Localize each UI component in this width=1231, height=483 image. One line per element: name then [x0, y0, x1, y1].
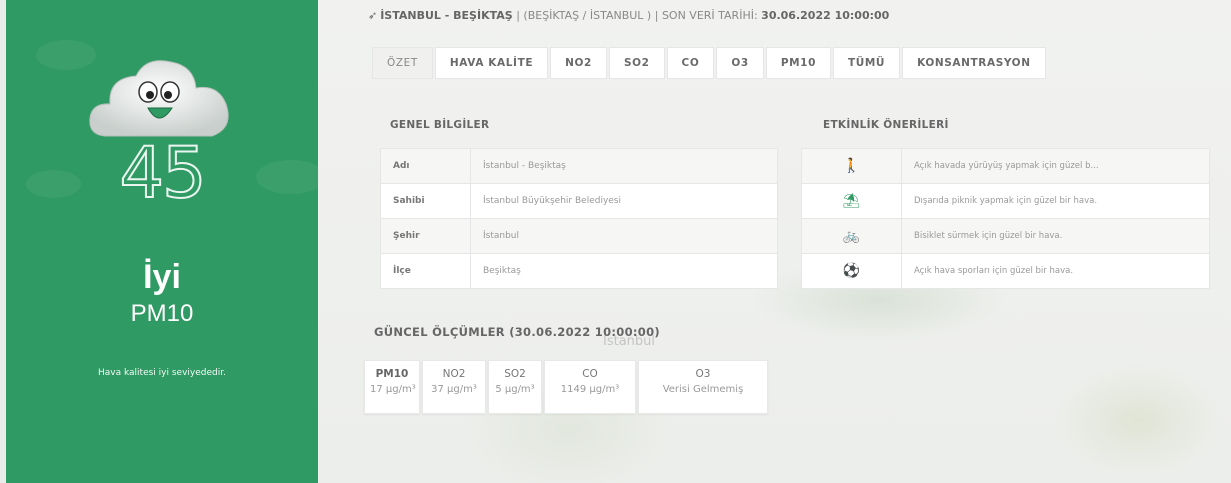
info-value: Beşiktaş — [470, 253, 778, 289]
tab-hava-kalite[interactable]: HAVA KALİTE — [434, 47, 549, 79]
info-key: İlçe — [380, 253, 471, 289]
separator: | — [654, 9, 659, 22]
measurement-card-no2[interactable]: NO2 37 µg/m³ — [422, 360, 486, 414]
activity-text: Bisiklet sürmek için güzel bir hava. — [901, 218, 1210, 254]
tab-no2[interactable]: NO2 — [550, 47, 607, 79]
measurement-card-co[interactable]: CO 1149 µg/m³ — [544, 360, 636, 414]
measurement-value: 1149 µg/m³ — [560, 384, 620, 395]
dominant-pollutant: PM10 — [130, 300, 194, 327]
tab-co[interactable]: CO — [666, 47, 715, 79]
separator: | — [516, 9, 520, 22]
table-row: Adı İstanbul - Beşiktaş — [380, 148, 778, 184]
tab-ozet[interactable]: ÖZET — [372, 47, 433, 79]
activity-suggestions-table: 🚶 Açık havada yürüyüş yapmak için güzel … — [801, 148, 1210, 289]
measurement-name: NO2 — [442, 368, 466, 380]
general-info-table: Adı İstanbul - Beşiktaş Sahibi İstanbul … — [380, 148, 778, 289]
measurement-cards: PM10 17 µg/m³ NO2 37 µg/m³ SO2 5 µg/m³ C… — [364, 360, 768, 414]
measurement-value: 17 µg/m³ — [370, 384, 416, 395]
table-row: 🚲 Bisiklet sürmek için güzel bir hava. — [801, 218, 1210, 254]
measurement-name: O3 — [695, 368, 711, 380]
measurement-card-so2[interactable]: SO2 5 µg/m³ — [488, 360, 542, 414]
table-row: İlçe Beşiktaş — [380, 253, 778, 289]
station-breadcrumb: ➶ İSTANBUL - BEŞİKTAŞ | (BEŞİKTAŞ / İSTAN… — [368, 9, 889, 22]
activity-suggestions-title: ETKİNLİK ÖNERİLERİ — [823, 119, 949, 131]
activity-text: Dışarıda piknik yapmak için güzel bir ha… — [901, 183, 1210, 219]
general-info-title: GENEL BİLGİLER — [390, 119, 490, 131]
info-value: İstanbul — [470, 218, 778, 254]
activity-text: Açık havada yürüyüş yapmak için güzel b.… — [901, 148, 1210, 184]
tab-konsantrasyon[interactable]: KONSANTRASYON — [902, 47, 1046, 79]
bicycle-icon: 🚲 — [801, 218, 902, 254]
station-sub-location: (BEŞİKTAŞ / İSTANBUL ) — [523, 9, 652, 22]
measurement-value: 37 µg/m³ — [431, 384, 477, 395]
air-quality-level: İyi — [143, 258, 181, 296]
last-update-value: 30.06.2022 10:00:00 — [761, 9, 890, 22]
pollutant-tabs: ÖZET HAVA KALİTE NO2 SO2 CO O3 PM10 TÜMÜ… — [372, 47, 1046, 79]
tab-pm10[interactable]: PM10 — [765, 47, 831, 79]
table-row: ⛱ Dışarıda piknik yapmak için güzel bir … — [801, 183, 1210, 219]
current-measurements-title: GÜNCEL ÖLÇÜMLER (30.06.2022 10:00:00) — [374, 325, 660, 339]
ball-icon: ⚽ — [801, 253, 902, 289]
station-location: İSTANBUL - BEŞİKTAŞ — [380, 9, 513, 22]
table-row: Şehir İstanbul — [380, 218, 778, 254]
measurement-name: PM10 — [375, 368, 409, 380]
tab-tumu[interactable]: TÜMÜ — [832, 47, 901, 79]
measurement-card-o3[interactable]: O3 Verisi Gelmemiş — [638, 360, 768, 414]
picnic-icon: ⛱ — [801, 183, 902, 219]
measurement-name: CO — [582, 368, 598, 380]
table-row: Sahibi İstanbul Büyükşehir Belediyesi — [380, 183, 778, 219]
measurement-card-pm10[interactable]: PM10 17 µg/m³ — [364, 360, 420, 414]
aqi-value: 45 — [118, 131, 207, 215]
walking-icon: 🚶 — [801, 148, 902, 184]
air-quality-description: Hava kalitesi iyi seviyededir. — [98, 368, 226, 378]
last-update-label: SON VERİ TARİHİ: — [661, 9, 758, 22]
air-quality-status-panel: 45 İyi PM10 Hava kalitesi iyi seviyededi… — [6, 0, 318, 483]
info-key: Adı — [380, 148, 471, 184]
tab-o3[interactable]: O3 — [716, 47, 764, 79]
measurement-value: Verisi Gelmemiş — [662, 384, 744, 395]
table-row: 🚶 Açık havada yürüyüş yapmak için güzel … — [801, 148, 1210, 184]
info-value: İstanbul - Beşiktaş — [470, 148, 778, 184]
measurement-value: 5 µg/m³ — [495, 384, 535, 395]
info-key: Şehir — [380, 218, 471, 254]
location-arrow-icon: ➶ — [368, 9, 378, 22]
table-row: ⚽ Açık hava sporları için güzel bir hava… — [801, 253, 1210, 289]
info-key: Sahibi — [380, 183, 471, 219]
tab-so2[interactable]: SO2 — [608, 47, 665, 79]
info-value: İstanbul Büyükşehir Belediyesi — [470, 183, 778, 219]
measurement-name: SO2 — [504, 368, 526, 380]
activity-text: Açık hava sporları için güzel bir hava. — [901, 253, 1210, 289]
